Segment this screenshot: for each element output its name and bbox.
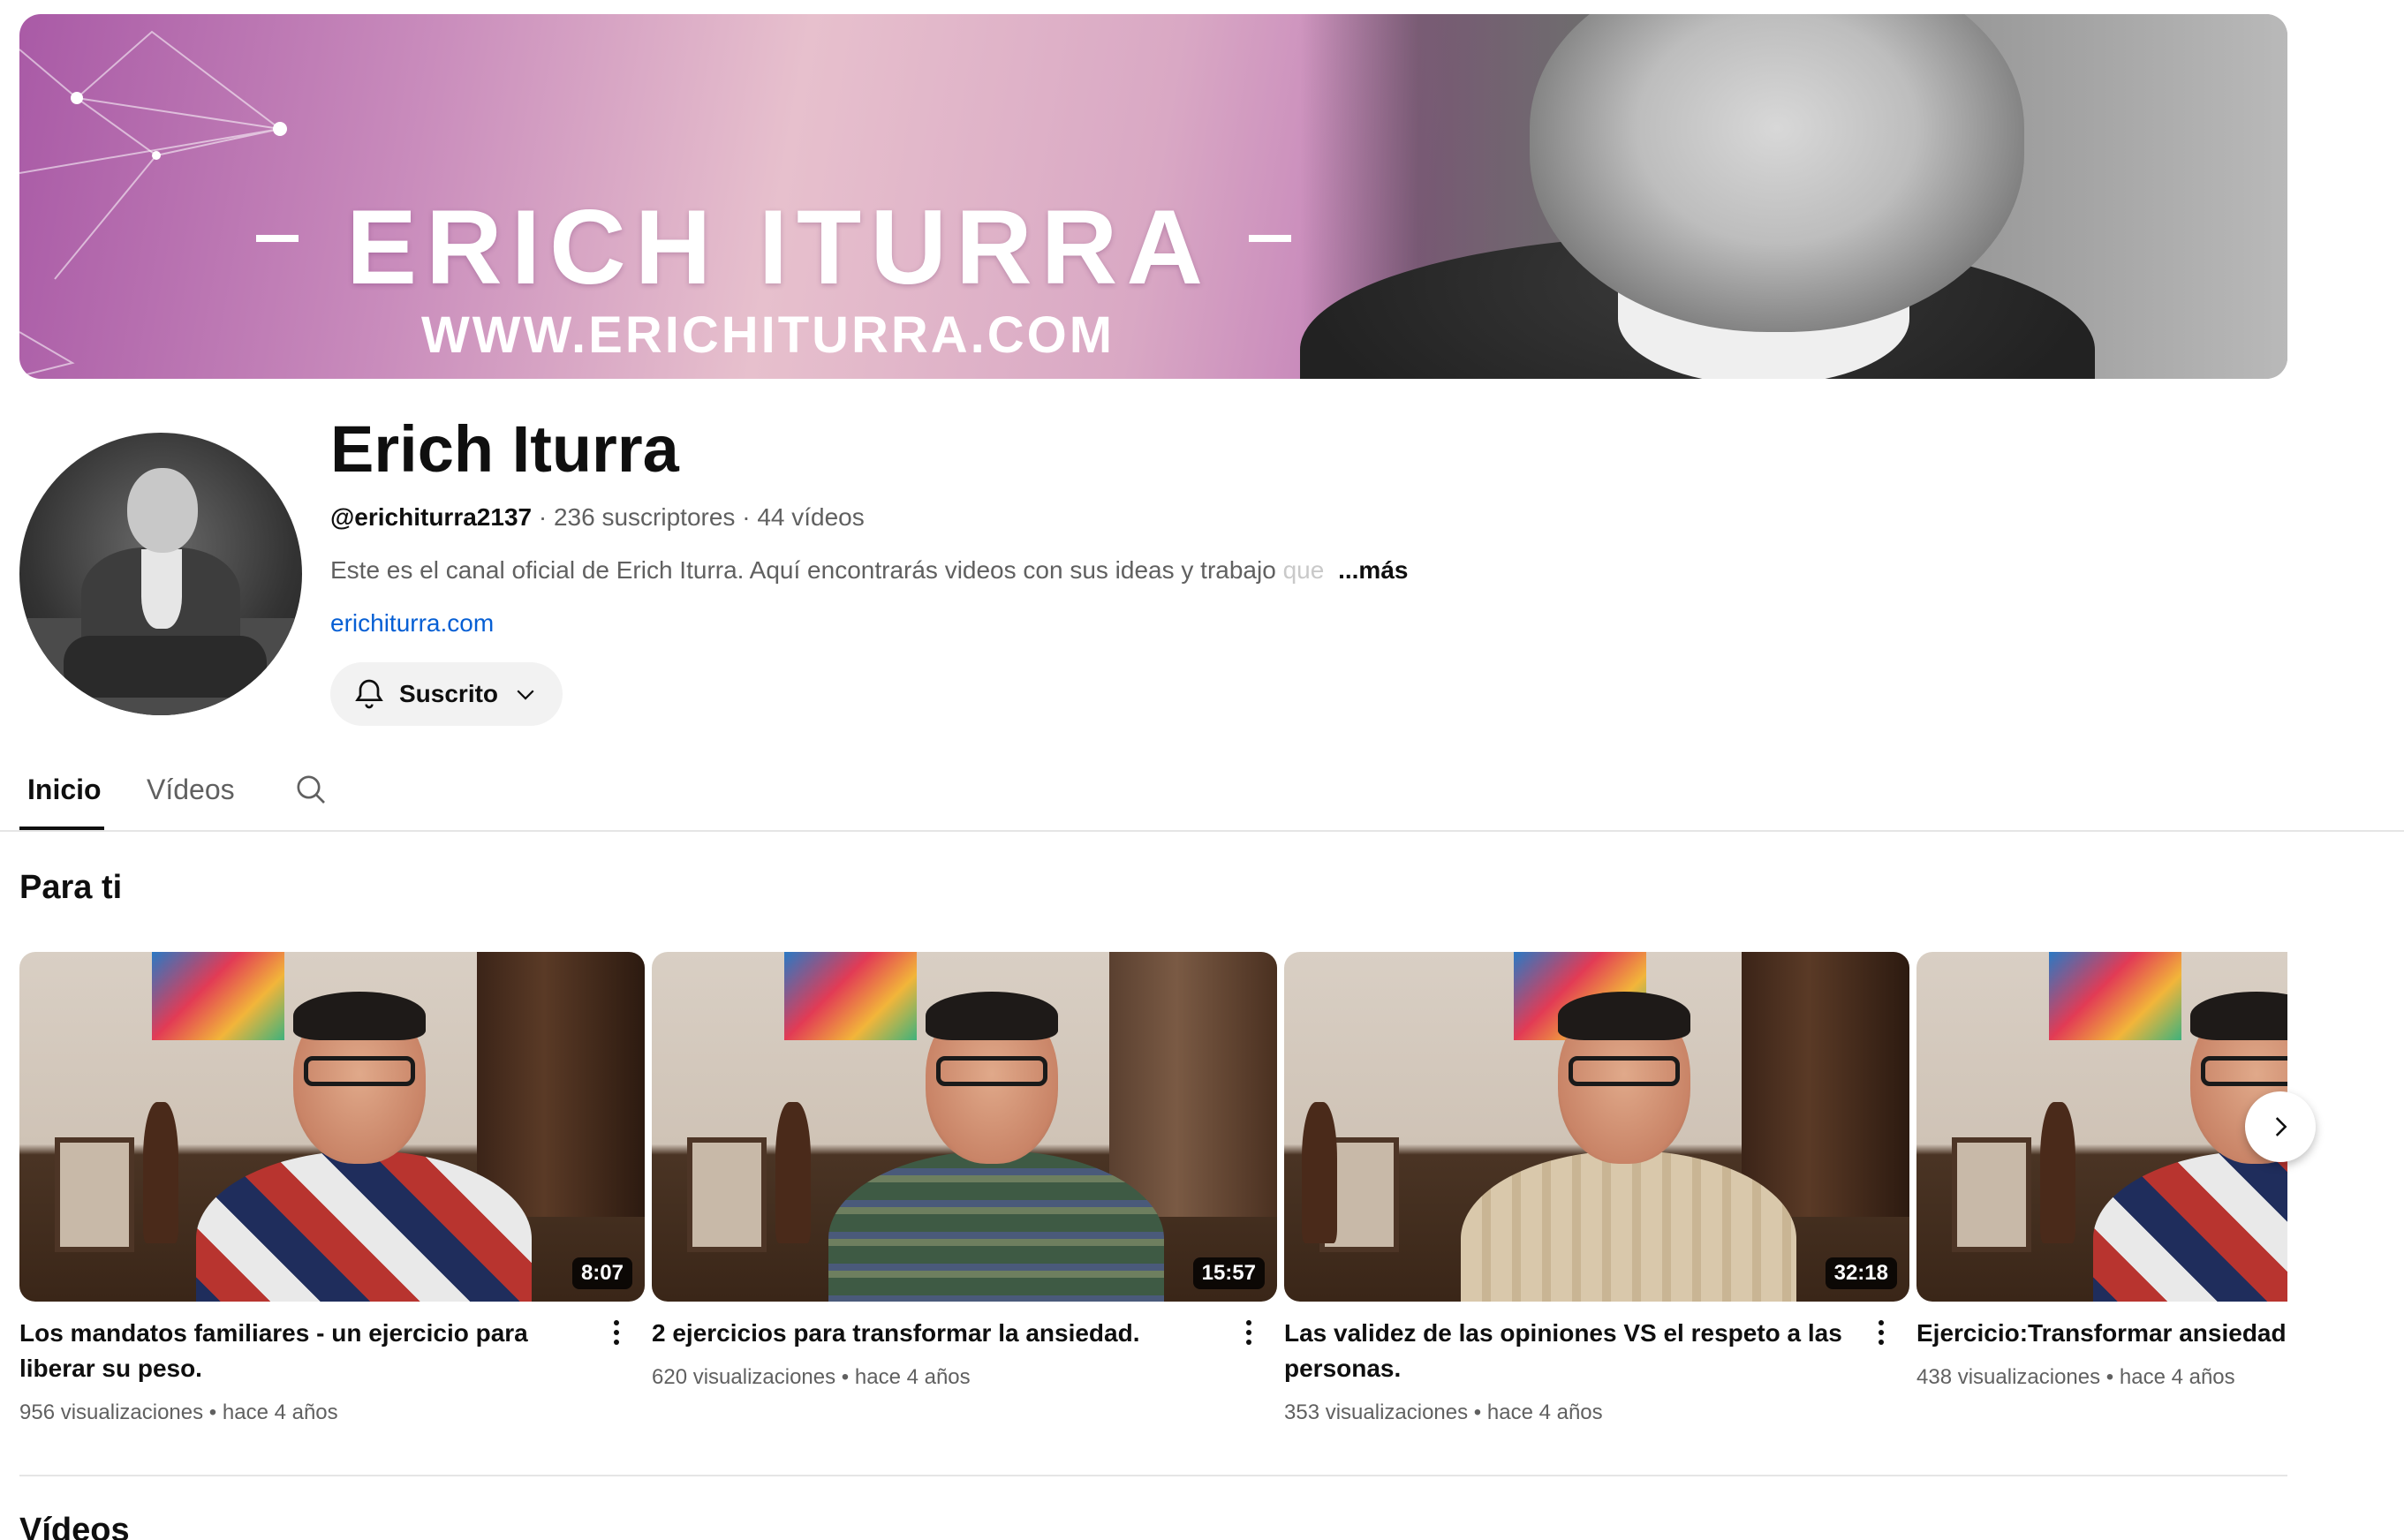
thumb-statue xyxy=(1952,1137,2031,1252)
chevron-down-icon xyxy=(517,690,534,700)
more-options-icon[interactable] xyxy=(606,1316,627,1351)
thumb-painting xyxy=(2049,952,2181,1040)
search-icon[interactable] xyxy=(293,772,329,807)
video-title[interactable]: Los mandatos familiares - un ejercicio p… xyxy=(19,1316,585,1386)
avatar-head xyxy=(127,468,198,553)
banner-dash-left xyxy=(256,235,299,242)
thumb-hair xyxy=(2190,992,2287,1040)
video-card[interactable]: 32:18 Las validez de las opiniones VS el… xyxy=(1284,952,1909,1446)
video-card[interactable]: 8:07 Los mandatos familiares - un ejerci… xyxy=(19,952,645,1446)
banner-title: ERICH ITURRA xyxy=(346,188,1212,306)
thumb-painting xyxy=(152,952,284,1040)
video-duration: 32:18 xyxy=(1825,1257,1897,1289)
section-title-videos: Vídeos xyxy=(19,1512,130,1540)
banner-url: WWW.ERICHITURRA.COM xyxy=(421,306,1115,364)
view-count: 956 visualizaciones xyxy=(19,1400,204,1424)
thumb-hair xyxy=(926,992,1058,1040)
tab-videos[interactable]: Vídeos xyxy=(147,774,235,806)
thumb-statue xyxy=(55,1137,134,1252)
thumb-torso xyxy=(2093,1151,2287,1302)
upload-age: hace 4 años xyxy=(2119,1365,2235,1389)
section-title-para-ti: Para ti xyxy=(19,869,123,906)
meta-separator: · xyxy=(538,503,548,531)
description-text: Este es el canal oficial de Erich Iturra… xyxy=(330,556,1276,584)
channel-banner: ERICH ITURRA WWW.ERICHITURRA.COM xyxy=(19,14,2287,379)
video-meta: 956 visualizaciones • hace 4 años xyxy=(19,1400,338,1425)
shelf-next-button[interactable] xyxy=(2245,1091,2316,1162)
channel-handle: @erichiturra2137 xyxy=(330,503,533,531)
meta-dot: • xyxy=(1473,1400,1482,1424)
thumb-hair xyxy=(293,992,426,1040)
thumb-glasses xyxy=(304,1056,415,1086)
video-meta: 353 visualizaciones • hace 4 años xyxy=(1284,1400,1603,1425)
subscriber-count: 236 suscriptores xyxy=(553,503,736,531)
tab-inicio[interactable]: Inicio xyxy=(27,774,102,806)
bell-icon xyxy=(355,679,383,709)
more-options-icon[interactable] xyxy=(1871,1316,1892,1351)
upload-age: hace 4 años xyxy=(1486,1400,1603,1424)
video-count: 44 vídeos xyxy=(757,503,865,531)
meta-separator: · xyxy=(742,503,751,531)
avatar-legs xyxy=(64,636,267,698)
subscribed-label: Suscrito xyxy=(399,680,499,707)
video-title[interactable]: 2 ejercicios para transformar la ansieda… xyxy=(652,1316,1217,1351)
meta-dot: • xyxy=(841,1365,850,1389)
meta-dot: • xyxy=(208,1400,217,1424)
subscribed-button[interactable]: Suscrito xyxy=(330,662,563,726)
channel-external-link[interactable]: erichiturra.com xyxy=(330,609,494,638)
view-count: 620 visualizaciones xyxy=(652,1365,836,1389)
chevron-right-icon xyxy=(2275,1117,2287,1136)
view-count: 353 visualizaciones xyxy=(1284,1400,1469,1424)
video-meta: 438 visualizaciones • hace 4 años xyxy=(1916,1365,2235,1390)
more-link[interactable]: ...más xyxy=(1338,556,1408,584)
video-thumbnail[interactable]: 8:07 xyxy=(19,952,645,1302)
thumb-glasses xyxy=(2201,1056,2287,1086)
thumb-cabinet xyxy=(1742,952,1909,1217)
video-duration: 8:07 xyxy=(571,1257,632,1289)
thumb-glasses xyxy=(1569,1056,1680,1086)
video-card[interactable]: Ejercicio:Transformar ansiedad de 438 vi… xyxy=(1916,952,2287,1446)
view-count: 438 visualizaciones xyxy=(1916,1365,2101,1389)
channel-avatar[interactable] xyxy=(19,433,302,715)
thumb-figurine xyxy=(1302,1102,1337,1243)
thumb-hair xyxy=(1558,992,1690,1040)
video-title[interactable]: Las validez de las opiniones VS el respe… xyxy=(1284,1316,1849,1386)
channel-description[interactable]: Este es el canal oficial de Erich Iturra… xyxy=(330,556,1408,585)
meta-dot: • xyxy=(2105,1365,2114,1389)
thumb-glasses xyxy=(936,1056,1047,1086)
thumb-figurine xyxy=(143,1102,178,1243)
tabs-divider xyxy=(0,830,2404,832)
avatar-shirt xyxy=(141,549,182,629)
section-divider xyxy=(19,1475,2287,1476)
video-meta: 620 visualizaciones • hace 4 años xyxy=(652,1365,971,1390)
video-thumbnail[interactable]: 32:18 xyxy=(1284,952,1909,1302)
video-duration: 15:57 xyxy=(1192,1257,1265,1289)
thumb-painting xyxy=(784,952,917,1040)
channel-name: Erich Iturra xyxy=(330,412,679,486)
video-card[interactable]: 15:57 2 ejercicios para transformar la a… xyxy=(652,952,1277,1446)
video-title[interactable]: Ejercicio:Transformar ansiedad de xyxy=(1916,1316,2287,1351)
video-shelf: 8:07 Los mandatos familiares - un ejerci… xyxy=(19,952,2287,1446)
more-options-icon[interactable] xyxy=(1238,1316,1259,1351)
thumb-cabinet xyxy=(1109,952,1277,1217)
description-fade: que xyxy=(1282,556,1325,584)
thumb-figurine xyxy=(2040,1102,2075,1243)
thumb-statue xyxy=(687,1137,767,1252)
upload-age: hace 4 años xyxy=(222,1400,338,1424)
banner-dash-right xyxy=(1249,235,1291,242)
thumb-figurine xyxy=(775,1102,811,1243)
channel-meta: @erichiturra2137 · 236 suscriptores · 44… xyxy=(330,503,865,532)
thumb-cabinet xyxy=(477,952,645,1217)
video-thumbnail[interactable]: 15:57 xyxy=(652,952,1277,1302)
video-thumbnail[interactable] xyxy=(1916,952,2287,1302)
upload-age: hace 4 años xyxy=(854,1365,971,1389)
